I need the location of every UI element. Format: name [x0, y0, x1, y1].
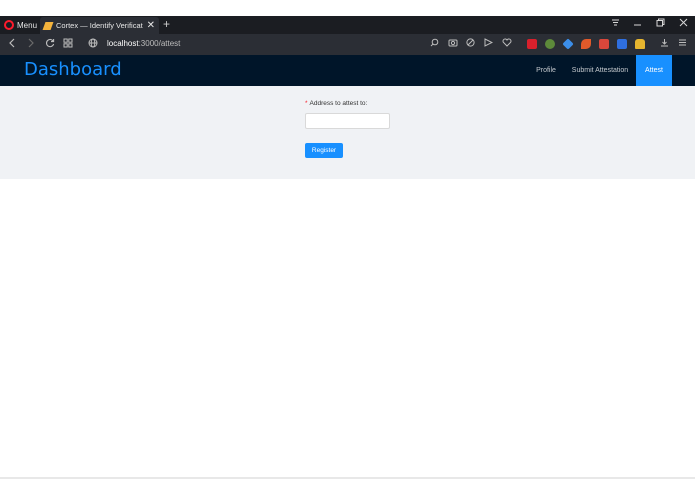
url-host: localhost — [107, 39, 139, 48]
browser-tab[interactable]: Cortex — Identify Verificati ✕ — [40, 17, 159, 34]
snapshot-icon[interactable] — [448, 38, 458, 49]
forward-icon[interactable] — [27, 38, 35, 51]
attest-form-panel: * Address to attest to: Register — [0, 86, 695, 179]
page-bottom-divider — [0, 477, 695, 479]
tab-close-icon[interactable]: ✕ — [147, 20, 155, 31]
easy-setup-icon[interactable] — [611, 18, 620, 30]
extension-green-icon[interactable] — [545, 39, 555, 49]
restore-icon[interactable] — [656, 18, 665, 30]
url-path: :3000/attest — [138, 39, 181, 48]
extension-blue-gem-icon[interactable] — [562, 38, 574, 50]
send-flow-icon[interactable] — [484, 38, 494, 49]
search-icon[interactable] — [430, 38, 439, 49]
address-input[interactable] — [305, 113, 390, 129]
download-icon[interactable] — [660, 38, 669, 49]
app-brand-title: Dashboard — [24, 59, 122, 80]
tab-favicon-icon — [42, 21, 54, 30]
nav-item-attest[interactable]: Attest — [636, 55, 672, 86]
extension-orange-icon[interactable] — [581, 39, 591, 49]
browser-tab-strip: Menu Cortex — Identify Verificati ✕ + — [0, 16, 695, 34]
browser-address-bar: localhost:3000/attest — [0, 34, 695, 55]
url-field[interactable]: localhost:3000/attest — [107, 39, 180, 48]
adblock-icon[interactable] — [466, 38, 475, 49]
address-field-label-text: Address to attest to — [309, 100, 366, 107]
site-info-globe-icon[interactable] — [88, 38, 98, 51]
extension-red-square-icon[interactable] — [599, 39, 609, 49]
easy-files-menu-icon[interactable] — [678, 38, 687, 49]
nav-item-profile[interactable]: Profile — [530, 55, 562, 86]
address-field-label: * Address to attest to: — [305, 100, 367, 107]
screen: Menu Cortex — Identify Verificati ✕ + lo… — [0, 0, 695, 494]
reload-icon[interactable] — [45, 38, 55, 51]
speed-dial-icon[interactable] — [63, 38, 73, 51]
back-icon[interactable] — [8, 38, 16, 51]
label-colon: : — [365, 100, 368, 107]
opera-logo-icon — [4, 20, 14, 30]
required-marker: * — [305, 100, 308, 107]
extension-yellow-icon[interactable] — [635, 39, 645, 49]
minimize-icon[interactable] — [633, 18, 642, 30]
new-tab-icon[interactable]: + — [163, 17, 170, 31]
app-header: Dashboard Profile Submit Attestation Att… — [0, 55, 695, 86]
close-window-icon[interactable] — [679, 18, 688, 30]
heart-icon[interactable] — [502, 38, 512, 49]
extension-red-icon[interactable] — [527, 39, 537, 49]
menu-label: Menu — [17, 20, 38, 30]
extension-shield-icon[interactable] — [617, 39, 627, 49]
tab-title: Cortex — Identify Verificati — [56, 21, 143, 30]
register-button[interactable]: Register — [305, 143, 343, 158]
nav-item-submit-attestation[interactable]: Submit Attestation — [568, 55, 632, 86]
opera-menu-button[interactable]: Menu — [4, 18, 37, 32]
